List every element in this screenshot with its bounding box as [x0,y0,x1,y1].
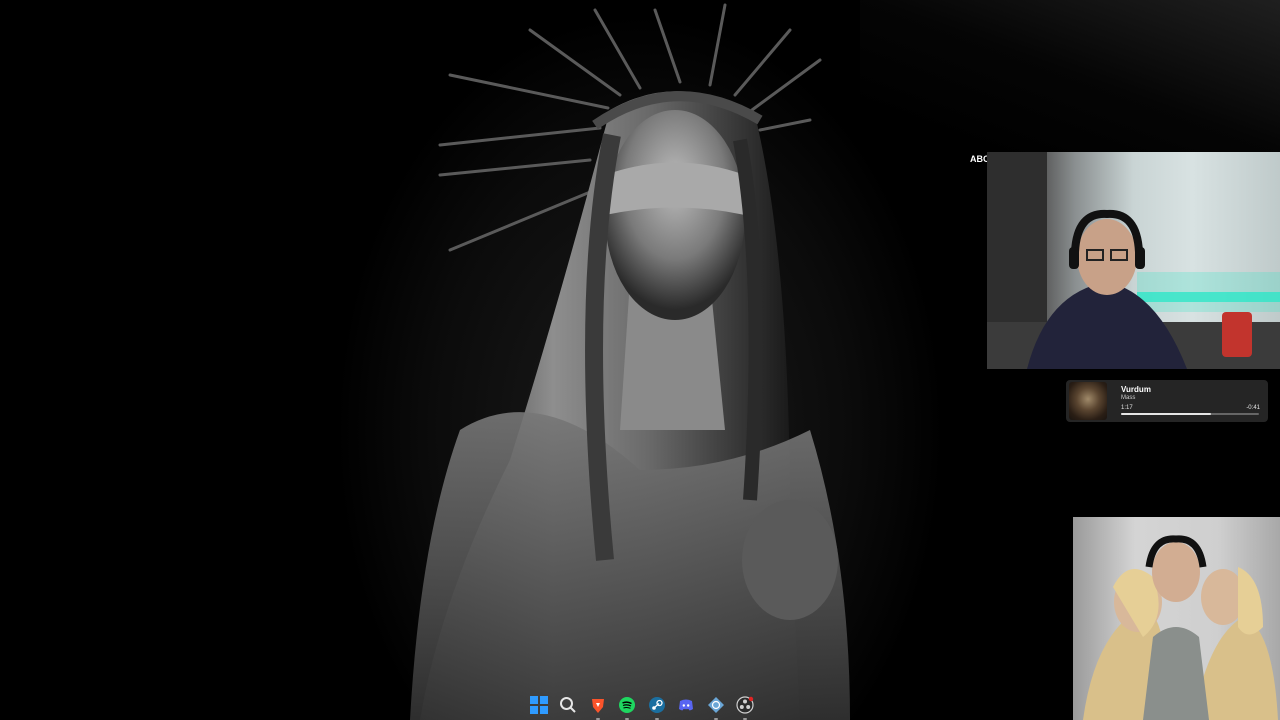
brave-icon [589,696,607,714]
taskbar-item-obs[interactable] [734,694,756,720]
taskbar-item-search[interactable] [557,694,579,716]
taskbar-item-spotify[interactable] [616,694,638,720]
taskbar-item-network[interactable] [705,694,727,720]
taskbar-item-discord[interactable] [675,694,697,716]
time-elapsed: 1:17 [1121,405,1133,411]
network-globe-icon [707,696,725,714]
track-title: Vurdum [1121,385,1151,394]
playback-progress-fill [1121,413,1211,415]
taskbar-item-start[interactable] [528,694,550,716]
taskbar-item-brave[interactable] [587,694,609,720]
search-icon [559,696,577,714]
time-remaining: -0:41 [1246,405,1260,411]
now-playing-widget[interactable]: Vurdum Mass 1:17 -0:41 [1066,380,1268,422]
steam-icon [648,696,666,714]
photo-scene [1083,535,1278,720]
playback-progress-bar[interactable] [1121,413,1259,415]
photo-image [1073,517,1280,720]
taskbar [524,690,760,720]
taskbar-item-steam[interactable] [646,694,668,720]
webcam-feed [987,152,1280,369]
blindfolded-statue-wallpaper [410,3,850,720]
spotify-icon [618,696,636,714]
windows-start-icon [530,696,548,714]
webcam-scene [987,152,1280,369]
album-art [1069,382,1107,420]
discord-icon [677,696,695,714]
obs-icon [736,696,754,714]
track-artist: Mass [1121,395,1136,401]
